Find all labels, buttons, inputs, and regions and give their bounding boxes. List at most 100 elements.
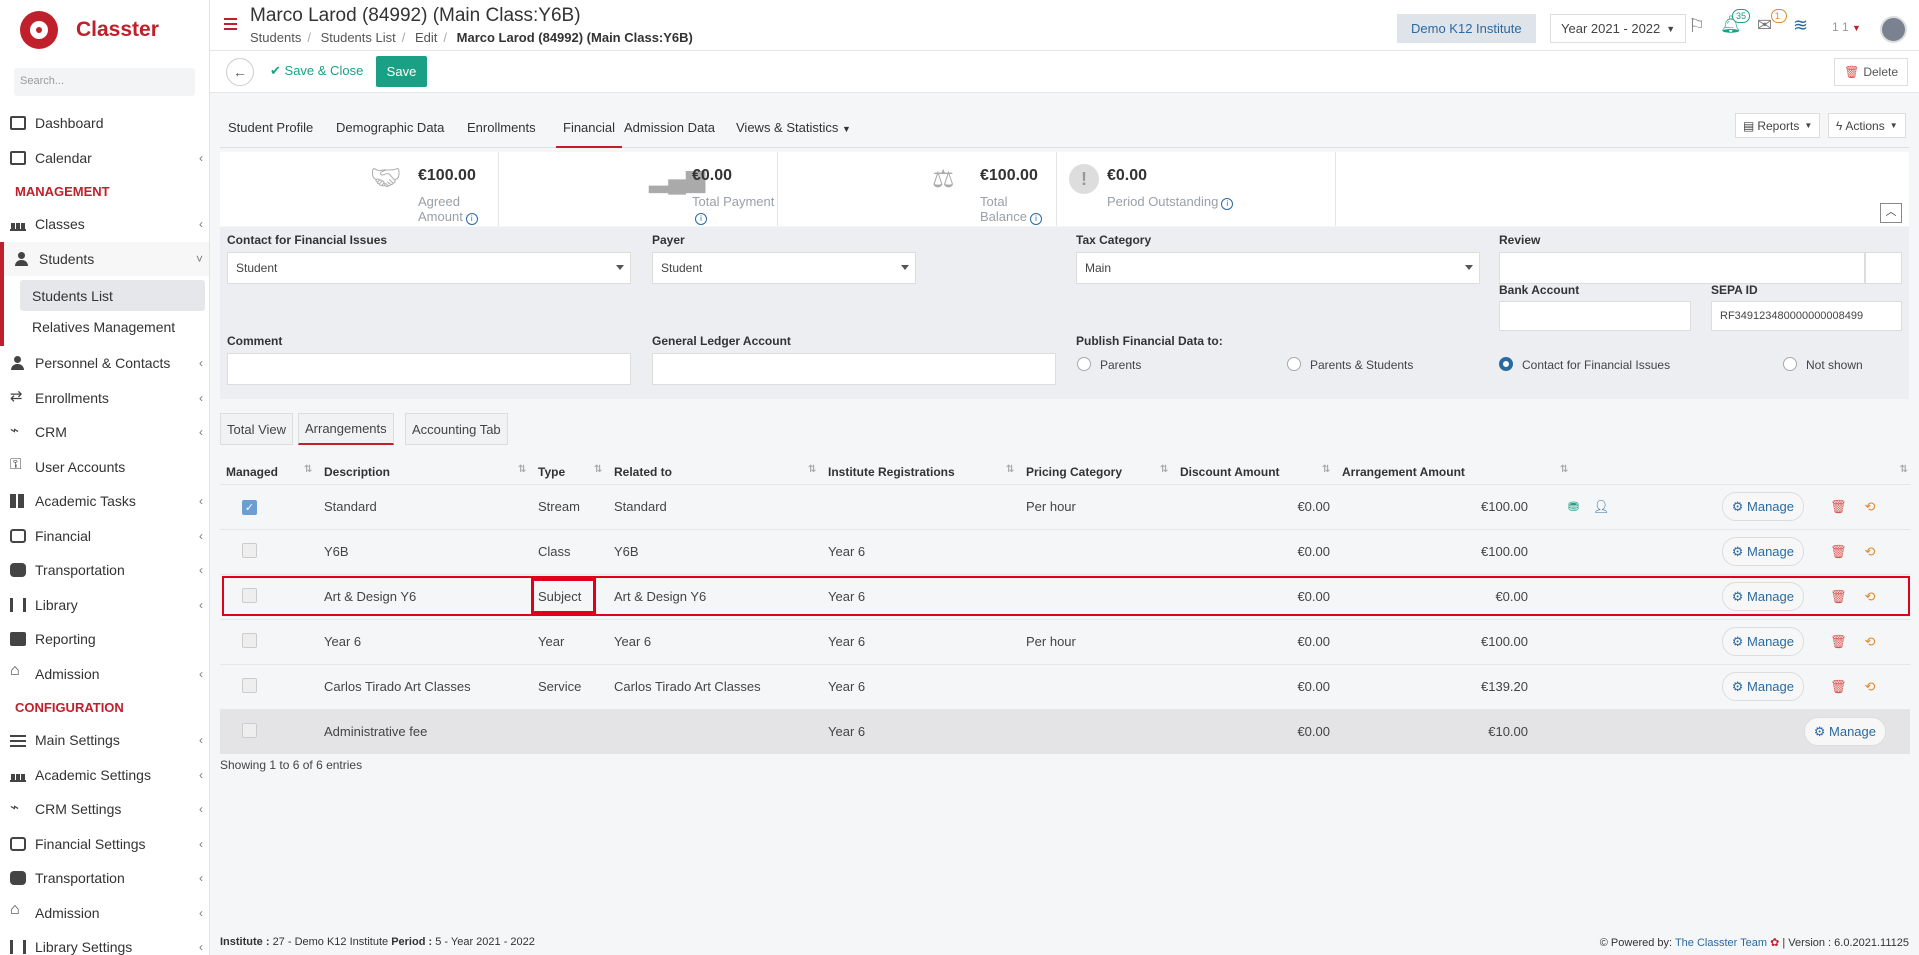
review-field[interactable] <box>1499 252 1865 284</box>
sidebar-item-library-settings[interactable]: Library Settings ‹ <box>0 930 209 955</box>
trash-icon[interactable]: 🗑︎ <box>1830 679 1847 694</box>
info-icon[interactable]: i <box>1029 213 1042 225</box>
logo[interactable]: Classter <box>0 0 209 60</box>
subtab-arrangements[interactable]: Arrangements <box>298 413 394 445</box>
save-button[interactable]: Save <box>376 56 427 87</box>
menu-toggle-icon[interactable] <box>224 18 237 30</box>
sidebar-item-enrollments[interactable]: Enrollments ‹ <box>0 381 209 416</box>
reports-button[interactable]: ▤ Reports ▼ <box>1735 113 1821 138</box>
column-header[interactable]: Discount Amount ⇅ <box>1160 460 1336 484</box>
sidebar-item-transportation[interactable]: Transportation ‹ <box>0 861 209 896</box>
manage-button[interactable]: ⚙ Manage <box>1803 717 1886 747</box>
table-row[interactable]: Art & Design Y6 Subject Art & Design Y6 Yea… <box>220 573 1910 619</box>
payer-select[interactable]: Student <box>652 252 916 284</box>
tab-financial[interactable]: Financial <box>556 120 623 148</box>
breadcrumb-students-list[interactable]: Students List <box>321 30 396 45</box>
delete-button[interactable]: 🗑︎ Delete <box>1834 58 1908 86</box>
back-button[interactable]: ← <box>226 58 254 86</box>
tab-student-profile[interactable]: Student Profile <box>228 120 313 148</box>
radio-not-shown[interactable] <box>1783 357 1797 371</box>
info-icon[interactable]: i <box>1221 198 1234 210</box>
sidebar-item-academic-settings[interactable]: Academic Settings ‹ <box>0 758 209 793</box>
table-row[interactable]: Carlos Tirado Art Classes Service Carlos T… <box>220 663 1910 709</box>
radio-contact-financial[interactable] <box>1499 357 1513 371</box>
sidebar-item-calendar[interactable]: Calendar ‹ <box>0 141 209 176</box>
layers-icon[interactable]: ≋ <box>1793 15 1815 35</box>
bell-icon[interactable]: 🔔︎ 35 <box>1720 9 1750 35</box>
history-icon[interactable]: ⟲ <box>1865 499 1876 514</box>
search-input[interactable]: Search... <box>14 68 195 96</box>
trash-icon[interactable]: 🗑︎ <box>1830 589 1847 604</box>
institute-selector[interactable]: Demo K12 Institute <box>1397 14 1536 43</box>
managed-checkbox[interactable] <box>242 587 257 603</box>
year-selector[interactable]: Year 2021 - 2022 ▼ <box>1550 14 1687 43</box>
comment-field[interactable] <box>227 353 631 385</box>
avatar[interactable] <box>1880 16 1907 43</box>
subtab-accounting[interactable]: Accounting Tab <box>405 413 508 445</box>
bank-account-field[interactable] <box>1499 301 1691 331</box>
managed-checkbox[interactable] <box>242 677 257 693</box>
sidebar-item-admission[interactable]: Admission ‹ <box>0 896 209 931</box>
sidebar-item-students[interactable]: Students ˅ <box>0 241 209 276</box>
column-header[interactable]: Description ⇅ <box>304 460 532 484</box>
sidebar-item-user-accounts[interactable]: User Accounts <box>0 450 209 485</box>
trash-icon[interactable]: 🗑︎ <box>1830 544 1847 559</box>
sidebar-item-relatives[interactable]: Relatives Management <box>4 311 209 342</box>
sidebar-item-financial-settings[interactable]: Financial Settings ‹ <box>0 827 209 862</box>
column-header[interactable]: Pricing Category ⇅ <box>1006 460 1174 484</box>
tab-admission-data[interactable]: Admission Data <box>624 120 715 148</box>
radio-parents[interactable] <box>1077 357 1091 371</box>
sidebar-item-admission[interactable]: Admission ‹ <box>0 657 209 692</box>
sidebar-item-library[interactable]: Library ‹ <box>0 588 209 623</box>
save-close-button[interactable]: ✔ Save & Close <box>270 63 363 79</box>
table-row[interactable]: Year 6 Year Year 6 Year 6 Per hour €0.00 €100.… <box>220 618 1910 664</box>
manage-button[interactable]: ⚙ Manage <box>1721 492 1804 521</box>
info-icon[interactable]: i <box>695 213 707 225</box>
sidebar-item-reporting[interactable]: Reporting <box>0 622 209 657</box>
history-icon[interactable]: ⟲ <box>1865 634 1876 649</box>
sidebar-item-transportation[interactable]: Transportation ‹ <box>0 553 209 588</box>
column-header[interactable]: ⇅ <box>1810 460 1910 484</box>
sidebar-item-dashboard[interactable]: Dashboard <box>0 106 209 141</box>
sidebar-item-financial[interactable]: Financial ‹ <box>0 519 209 554</box>
payment-icon[interactable]: ⛃ <box>1568 499 1579 514</box>
history-icon[interactable]: ⟲ <box>1865 589 1876 604</box>
sepa-id-field[interactable]: RF349123480000000008499 <box>1711 301 1902 331</box>
column-header[interactable]: ⇅ <box>1560 460 1662 484</box>
review-addon[interactable] <box>1865 252 1902 284</box>
user-check-icon[interactable]: 👤︎ <box>1593 499 1610 514</box>
column-header[interactable]: Related to ⇅ <box>594 460 822 484</box>
sidebar-item-academic-tasks[interactable]: Academic Tasks ‹ <box>0 484 209 519</box>
gl-account-field[interactable] <box>652 353 1056 385</box>
managed-checkbox[interactable]: ✓ <box>242 499 257 515</box>
column-header[interactable]: Institute Registrations ⇅ <box>808 460 1020 484</box>
trash-icon[interactable]: 🗑︎ <box>1830 499 1847 514</box>
tab-demographic-data[interactable]: Demographic Data <box>336 120 444 148</box>
sidebar-item-main-settings[interactable]: Main Settings ‹ <box>0 723 209 758</box>
table-row[interactable]: ✓ Standard Stream Standard Per hour €0.00 €100… <box>220 483 1910 529</box>
managed-checkbox[interactable] <box>242 542 257 558</box>
user-count[interactable]: 1 1 ▼ <box>1832 20 1872 40</box>
column-header[interactable]: Arrangement Amount ⇅ <box>1322 460 1534 484</box>
contact-select[interactable]: Student <box>227 252 631 284</box>
breadcrumb-students[interactable]: Students <box>250 30 301 45</box>
table-row[interactable]: Administrative fee Year 6 €0.00 €10.00 ⚙ Man… <box>220 708 1910 754</box>
trash-icon[interactable]: 🗑︎ <box>1830 634 1847 649</box>
manage-button[interactable]: ⚙ Manage <box>1721 537 1804 566</box>
tab-views-statistics[interactable]: Views & Statistics ▼ <box>736 120 851 148</box>
history-icon[interactable]: ⟲ <box>1865 679 1876 694</box>
managed-checkbox[interactable] <box>242 632 257 648</box>
radio-parents-students[interactable] <box>1287 357 1301 371</box>
sidebar-item-personnel-contacts[interactable]: Personnel & Contacts ‹ <box>0 346 209 381</box>
sidebar-item-classes[interactable]: Classes ‹ <box>0 207 209 242</box>
sidebar-item-crm[interactable]: CRM ‹ <box>0 415 209 450</box>
breadcrumb-edit[interactable]: Edit <box>415 30 437 45</box>
manage-button[interactable]: ⚙ Manage <box>1721 582 1804 611</box>
tab-enrollments[interactable]: Enrollments <box>467 120 536 148</box>
sidebar-item-crm-settings[interactable]: CRM Settings ‹ <box>0 792 209 827</box>
mail-icon[interactable]: ✉ 1 <box>1757 9 1787 35</box>
managed-checkbox[interactable] <box>242 722 257 738</box>
manage-button[interactable]: ⚙ Manage <box>1721 672 1804 701</box>
collapse-summary-button[interactable]: ︿ <box>1880 203 1902 223</box>
subtab-total-view[interactable]: Total View <box>220 413 294 445</box>
